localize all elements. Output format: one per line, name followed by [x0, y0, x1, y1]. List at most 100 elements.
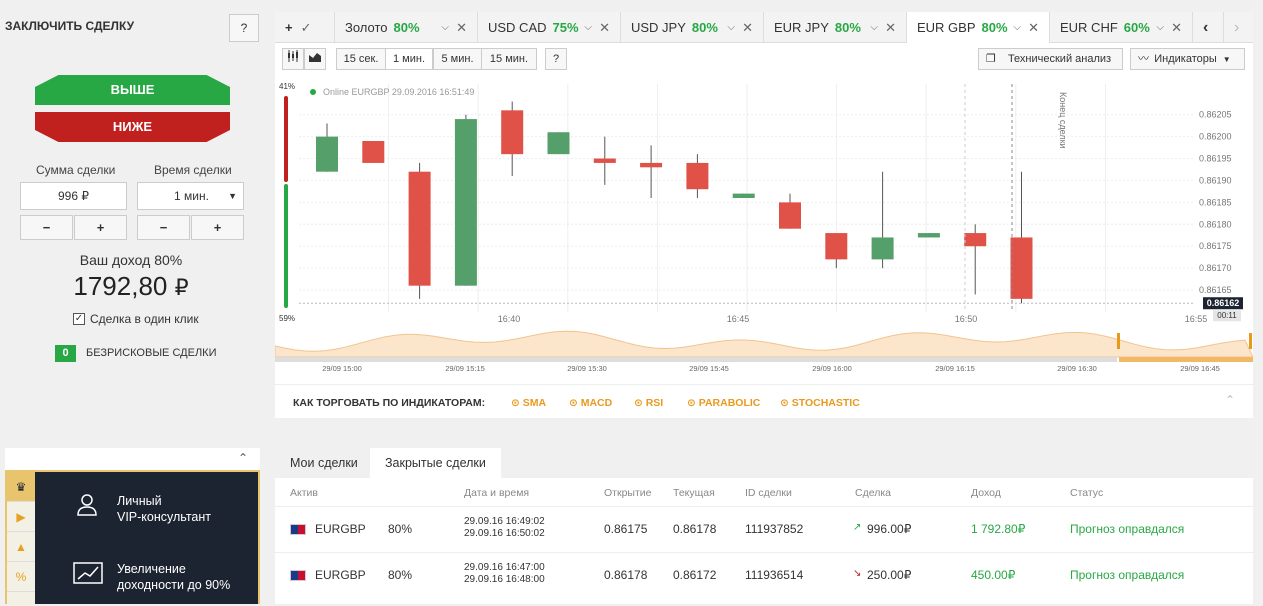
navigator-tick-label: 29/09 15:00	[322, 364, 362, 373]
candles-icon[interactable]	[282, 48, 304, 70]
graduation-cap-icon[interactable]: ▲	[7, 532, 35, 562]
candle-body	[547, 132, 570, 155]
chevron-down-icon[interactable]: ⌵	[441, 12, 449, 43]
tech-analysis-label: Технический анализ	[1007, 53, 1112, 65]
indicator-parabolic-link[interactable]: ⊙ PARABOLIC	[687, 397, 760, 409]
one-click-checkbox[interactable]: ✓	[73, 313, 85, 325]
col-deal: Сделка	[855, 487, 891, 499]
chevron-up-icon[interactable]: ⌃	[238, 451, 248, 465]
table-row[interactable]: EURGBP 80% 29.09.16 16:49:02 29.09.16 16…	[275, 506, 1253, 550]
candle-body	[871, 237, 894, 260]
copy-icon: ❐	[986, 53, 996, 65]
close-icon[interactable]: ✕	[742, 12, 753, 43]
chevron-down-icon[interactable]: ⌵	[870, 12, 878, 43]
cell-current: 0.86178	[673, 522, 717, 536]
cell-current: 0.86172	[673, 568, 717, 582]
tabs-next-button[interactable]: ›	[1224, 12, 1253, 43]
tab-usdjpy-pct: 80%	[691, 20, 718, 35]
navigator-handle-right	[1249, 333, 1252, 349]
buyers-bar	[284, 184, 288, 308]
y-tick-label: 0.86175	[1199, 241, 1232, 251]
flag-icon	[290, 570, 306, 581]
tabs-prev-button[interactable]: ‹	[1195, 12, 1224, 43]
add-tab-button[interactable]: + ✓	[275, 12, 335, 43]
vip-header[interactable]: ⌃	[5, 448, 260, 470]
indicator-macd-label: MACD	[580, 397, 613, 409]
tab-closed-trades[interactable]: Закрытые сделки	[370, 448, 501, 478]
vip-item-consultant-line1: Личный	[117, 494, 162, 508]
indicators-label: Индикаторы	[1154, 53, 1217, 65]
navigator-tick-label: 29/09 16:15	[935, 364, 975, 373]
price-chart-svg[interactable]: 0.86205 0.86200 0.86195 0.86190 0.86185 0.861…	[275, 76, 1253, 326]
table-row[interactable]: EURGBP 80% 29.09.16 16:47:00 29.09.16 16…	[275, 552, 1253, 596]
close-icon[interactable]: ✕	[599, 12, 610, 43]
line-chart-icon: 〰	[1138, 53, 1149, 65]
indicator-macd-link[interactable]: ⊙ MACD	[569, 397, 612, 409]
crown-icon[interactable]: ♛	[7, 472, 35, 502]
candle-body	[454, 119, 477, 286]
tab-usdcad[interactable]: USD CAD 75% ⌵ ✕	[478, 12, 621, 43]
play-icon[interactable]: ▶	[7, 502, 35, 532]
riskfree-label[interactable]: БЕЗРИСКОВЫЕ СДЕЛКИ	[86, 347, 216, 359]
price-chart[interactable]: 0.86205 0.86200 0.86195 0.86190 0.86185 0.861…	[275, 76, 1253, 326]
navigator-tick-label: 29/09 15:30	[567, 364, 607, 373]
interval-5m-button[interactable]: 5 мин.	[433, 48, 482, 70]
y-tick-label: 0.86205	[1199, 110, 1232, 120]
chevron-up-icon[interactable]: ⌃	[1225, 393, 1235, 407]
tab-eurjpy[interactable]: EUR JPY 80% ⌵ ✕	[764, 12, 907, 43]
percent-icon[interactable]: %	[7, 562, 35, 592]
amount-input[interactable]: 996 ₽	[20, 182, 127, 210]
cell-income: 450.00₽	[971, 568, 1016, 582]
tab-gold[interactable]: Золото 80% ⌵ ✕	[335, 12, 478, 43]
caret-down-icon: ▼	[228, 191, 237, 201]
interval-15s-button[interactable]: 15 сек.	[336, 48, 386, 70]
vip-item-profitability[interactable]: Увеличение доходности до 90%	[117, 561, 230, 593]
time-plus-button[interactable]: +	[191, 215, 244, 240]
chevron-down-icon[interactable]: ⌵	[584, 12, 592, 43]
area-chart-icon[interactable]	[304, 48, 326, 70]
chevron-down-icon[interactable]: ⌵	[1013, 12, 1021, 43]
tech-analysis-button[interactable]: ❐ Технический анализ	[978, 48, 1123, 70]
chart-help-button[interactable]: ?	[545, 48, 567, 70]
time-select[interactable]: 1 мин. ▼	[137, 182, 244, 210]
chevron-down-icon[interactable]: ⌵	[1156, 12, 1164, 43]
timer-label: 00:11	[1217, 311, 1237, 320]
vip-item-consultant[interactable]: Личный VIP-консультант	[117, 493, 211, 525]
close-icon[interactable]: ✕	[885, 12, 896, 43]
indicator-rsi-link[interactable]: ⊙ RSI	[634, 397, 663, 409]
tab-eurgbp[interactable]: EUR GBP 80% ⌵ ✕	[907, 12, 1050, 43]
navigator-chart-svg[interactable]: 29/09 15:00 29/09 15:15 29/09 15:30 29/09 1…	[274, 327, 1254, 377]
indicator-sma-link[interactable]: ⊙ SMA	[511, 397, 546, 409]
lower-button[interactable]: НИЖЕ	[35, 112, 230, 142]
higher-button[interactable]: ВЫШЕ	[35, 75, 230, 105]
cell-deal: 996.00₽	[867, 522, 912, 536]
close-icon[interactable]: ✕	[1028, 12, 1039, 43]
close-icon[interactable]: ✕	[456, 12, 467, 43]
interval-15m-button[interactable]: 15 мин.	[481, 48, 537, 70]
col-status: Статус	[1070, 487, 1104, 499]
trades-tabs: Мои сделки Закрытые сделки	[275, 448, 1253, 478]
candle-body	[917, 233, 940, 238]
close-icon[interactable]: ✕	[1171, 12, 1182, 43]
y-tick-label: 0.86190	[1199, 175, 1232, 185]
tab-gold-pct: 80%	[393, 20, 420, 35]
amount-minus-button[interactable]: −	[20, 215, 73, 240]
indicator-stochastic-link[interactable]: ⊙ STOCHASTIC	[780, 397, 860, 409]
candle-body	[501, 110, 524, 155]
chevron-down-icon[interactable]: ⌵	[727, 12, 735, 43]
tab-eurchf[interactable]: EUR CHF 60% ⌵ ✕	[1050, 12, 1193, 43]
candle-body	[825, 233, 848, 260]
indicators-dropdown[interactable]: 〰 Индикаторы ▼	[1130, 48, 1245, 70]
tab-usdjpy[interactable]: USD JPY 80% ⌵ ✕	[621, 12, 764, 43]
time-minus-button[interactable]: −	[137, 215, 190, 240]
x-tick-label: 16:45	[727, 314, 750, 324]
navigator-area	[274, 330, 1254, 358]
interval-1m-button[interactable]: 1 мин.	[385, 48, 433, 70]
help-button[interactable]: ?	[229, 14, 259, 42]
amount-plus-button[interactable]: +	[74, 215, 127, 240]
y-tick-label: 0.86185	[1199, 197, 1232, 207]
navigator-chart[interactable]: 29/09 15:00 29/09 15:15 29/09 15:30 29/09 1…	[274, 327, 1254, 377]
time-label: Время сделки	[154, 163, 232, 177]
tab-my-trades[interactable]: Мои сделки	[275, 448, 373, 478]
chart-up-icon	[73, 562, 103, 584]
